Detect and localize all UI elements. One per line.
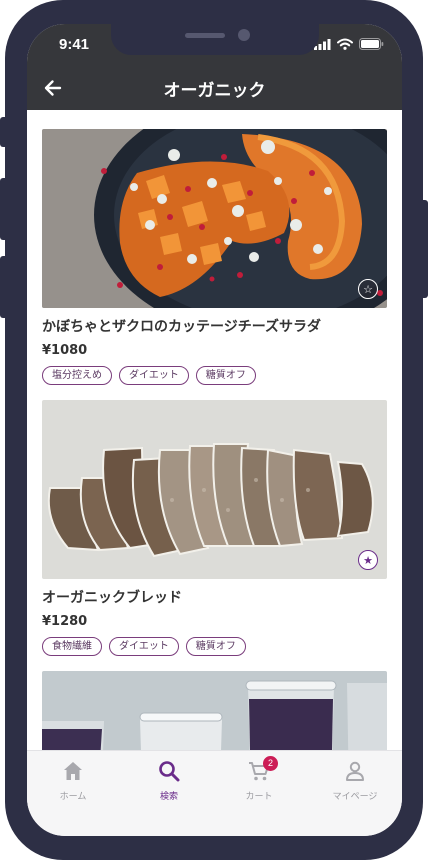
home-icon [64, 762, 82, 780]
product-name[interactable]: オーガニックブレッド [42, 587, 182, 607]
tab-search[interactable]: 検索 [129, 759, 209, 802]
status-icons [314, 38, 384, 50]
product-image[interactable] [42, 671, 387, 750]
tag[interactable]: 塩分控えめ [42, 366, 112, 385]
person-icon [346, 761, 364, 781]
notch [111, 24, 319, 55]
salad-photo [42, 129, 387, 308]
nav-header: オーガニック [27, 66, 402, 110]
product-tags: 塩分控えめ ダイエット 糖質オフ [42, 366, 256, 385]
product-image[interactable]: ★ [42, 400, 387, 579]
product-price: ¥1080 [42, 343, 88, 358]
product-image[interactable]: ☆ [42, 129, 387, 308]
tab-home[interactable]: ホーム [33, 759, 113, 802]
tag[interactable]: 糖質オフ [185, 637, 246, 656]
camera [238, 29, 250, 41]
tag[interactable]: 糖質オフ [195, 366, 256, 385]
power-button [421, 200, 428, 298]
tag[interactable]: ダイエット [119, 366, 189, 385]
volume-up-button [0, 178, 6, 240]
status-time: 9:41 [59, 36, 90, 53]
tag[interactable]: 食物繊維 [42, 637, 102, 656]
product-price: ¥1280 [42, 614, 88, 629]
wifi-icon [337, 38, 353, 50]
search-icon [159, 761, 180, 782]
mute-switch [0, 117, 6, 147]
tab-label: ホーム [59, 792, 87, 802]
favorite-star-filled-icon[interactable]: ★ [358, 550, 378, 570]
tab-mypage[interactable]: マイページ [315, 759, 395, 802]
tag[interactable]: ダイエット [109, 637, 179, 656]
bread-photo [42, 400, 387, 579]
favorite-star-icon[interactable]: ☆ [358, 279, 378, 299]
page-title: オーガニック [163, 81, 266, 101]
speaker [185, 33, 225, 38]
screen: 9:41 オーガニック ☆ かぼちゃとザクロのカッテージチーズサラダ ¥1080… [27, 24, 402, 836]
product-name[interactable]: かぼちゃとザクロのカッテージチーズサラダ [42, 316, 321, 336]
product-list[interactable]: ☆ かぼちゃとザクロのカッテージチーズサラダ ¥1080 塩分控えめ ダイエット… [27, 110, 402, 750]
battery-icon [359, 38, 384, 50]
volume-down-button [0, 256, 6, 318]
tab-cart[interactable]: 2 カート [219, 756, 299, 802]
smoothie-photo [42, 671, 387, 750]
tab-bar: ホーム 検索 2 カート マイページ [27, 750, 402, 836]
tab-label: カート [245, 792, 273, 802]
tab-label: マイページ [332, 792, 378, 802]
tab-label: 検索 [159, 792, 178, 802]
product-tags: 食物繊維 ダイエット 糖質オフ [42, 637, 246, 656]
cart-badge: 2 [263, 756, 278, 771]
